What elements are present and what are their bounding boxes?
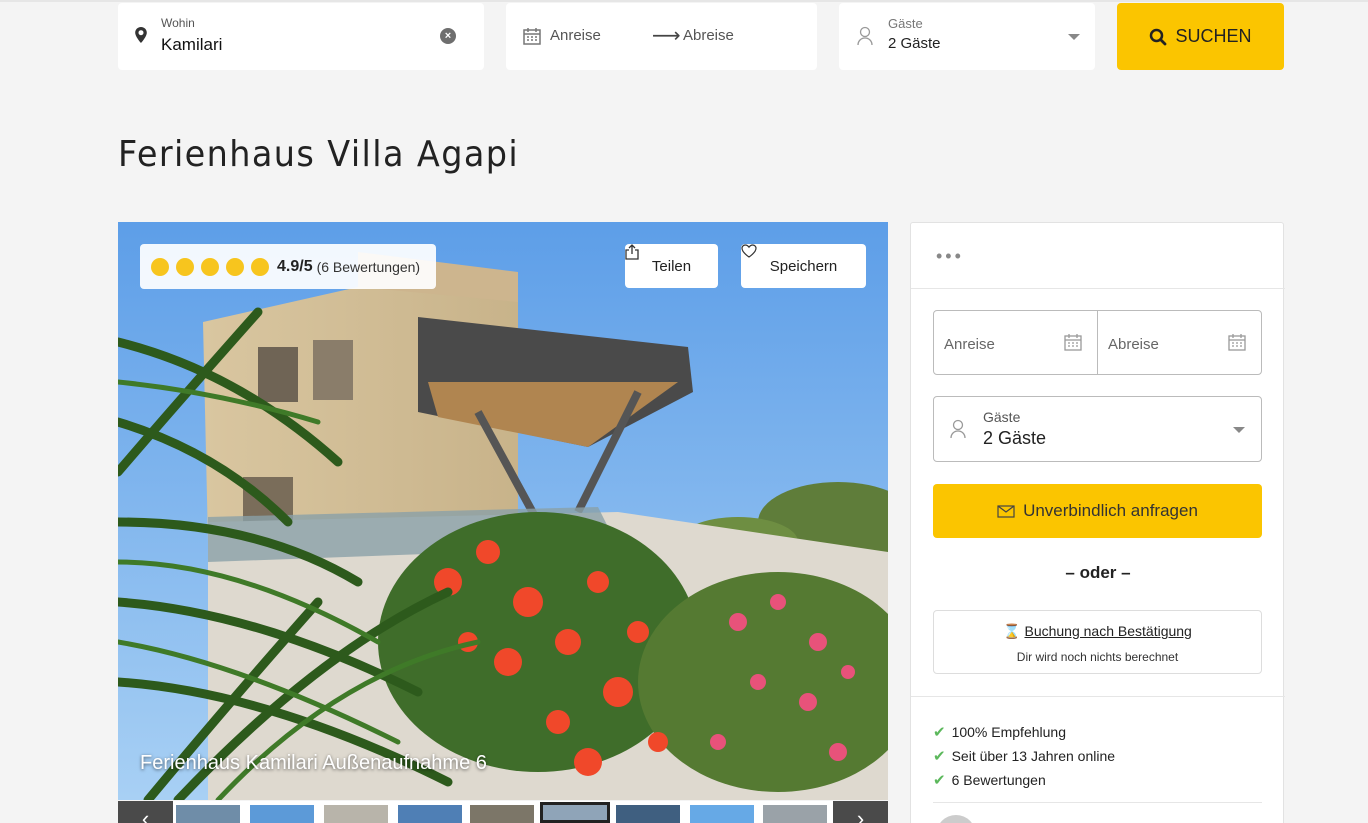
thumbnail[interactable] [398, 805, 462, 823]
more-menu-icon[interactable]: ••• [936, 247, 964, 265]
feature-text: 100% Empfehlung [951, 724, 1066, 740]
booking-guests-select[interactable]: Gäste 2 Gäste [933, 396, 1262, 462]
hourglass-icon: ⌛ [1003, 623, 1021, 639]
rating-star-icon [201, 257, 219, 276]
chevron-right-icon[interactable]: › [833, 801, 888, 823]
avatar [936, 815, 976, 823]
booking-confirmation-box[interactable]: ⌛ Buchung nach Bestätigung Dir wird noch… [933, 610, 1262, 674]
guests-label: Gäste [888, 16, 923, 31]
save-label: Speichern [769, 257, 838, 275]
chevron-down-icon [1233, 427, 1245, 433]
heart-icon [741, 244, 757, 258]
listing-photo[interactable]: 4.9/5 (6 Bewertungen) Teilen Speichern F… [118, 222, 888, 800]
thumbnail[interactable] [470, 805, 534, 823]
feature-text: Seit über 13 Jahren online [951, 748, 1116, 764]
departure-date-placeholder: Abreise [1108, 336, 1159, 353]
feature-item: ✔ 6 Bewertungen [933, 771, 1046, 789]
person-icon [857, 26, 873, 46]
feature-item: ✔ Seit über 13 Jahren online [933, 747, 1115, 765]
divider [911, 288, 1285, 289]
thumbnail-active[interactable] [540, 802, 610, 823]
date-range-field[interactable]: Anreise ⟶ Abreise [506, 3, 817, 70]
rating-badge[interactable]: 4.9/5 (6 Bewertungen) [140, 244, 436, 289]
calendar-icon [1228, 334, 1246, 351]
share-icon [625, 244, 639, 260]
chevron-left-icon[interactable]: ‹ [118, 801, 173, 823]
departure-input[interactable]: Abreise [683, 27, 734, 44]
divider [933, 802, 1262, 803]
guests-select[interactable]: Gäste 2 Gäste [839, 3, 1095, 70]
page-title: Ferienhaus Villa Agapi [118, 134, 520, 175]
thumbnail[interactable] [616, 805, 680, 823]
thumbnail[interactable] [324, 805, 388, 823]
inquiry-button-label: Unverbindlich anfragen [1023, 501, 1198, 520]
arrival-input[interactable]: Anreise [550, 27, 601, 44]
divider [911, 696, 1285, 697]
thumbnail[interactable] [250, 805, 314, 823]
envelope-icon [997, 504, 1015, 518]
rating-star-icon [251, 257, 269, 276]
booking-guests-label: Gäste [983, 409, 1021, 425]
feature-text: 6 Bewertungen [951, 772, 1046, 788]
thumbnail[interactable] [690, 805, 754, 823]
search-button[interactable]: SUCHEN [1117, 3, 1284, 70]
check-icon: ✔ [933, 724, 946, 741]
destination-value[interactable]: Kamilari [161, 35, 222, 55]
departure-date-field[interactable]: Abreise [1097, 310, 1262, 375]
rating-score: 4.9/5 [277, 257, 313, 275]
feature-item: ✔ 100% Empfehlung [933, 723, 1066, 741]
rating-star-icon [151, 257, 169, 276]
search-icon [1150, 28, 1167, 45]
location-pin-icon [135, 27, 147, 43]
person-icon [950, 419, 966, 439]
rating-count: (6 Bewertungen) [316, 258, 421, 275]
top-divider [0, 0, 1368, 2]
photo-caption: Ferienhaus Kamilari Außenaufnahme 6 [140, 752, 487, 774]
or-separator: – oder – [1065, 563, 1131, 582]
booking-confirmation-link[interactable]: Buchung nach Bestätigung [1024, 623, 1191, 639]
destination-field[interactable]: Wohin Kamilari × [118, 3, 484, 70]
arrival-date-placeholder: Anreise [944, 336, 995, 353]
destination-label: Wohin [161, 16, 195, 30]
villa-photo-image [118, 222, 888, 800]
save-button[interactable]: Speichern [741, 244, 866, 288]
clear-icon[interactable]: × [440, 28, 456, 44]
check-icon: ✔ [933, 748, 946, 765]
thumbnail-strip: ‹ › [118, 801, 888, 823]
calendar-icon [1064, 334, 1082, 351]
booking-confirmation-note: Dir wird noch nichts berechnet [1016, 650, 1179, 664]
share-button[interactable]: Teilen [625, 244, 718, 288]
thumbnail[interactable] [176, 805, 240, 823]
search-button-label: SUCHEN [1175, 26, 1252, 46]
check-icon: ✔ [933, 772, 946, 789]
booking-panel: ••• Anreise Abreise Gäste 2 Gäste Unverb… [910, 222, 1285, 823]
arrow-right-icon: ⟶ [652, 25, 681, 47]
thumbnail[interactable] [763, 805, 827, 823]
rating-star-icon [226, 257, 244, 276]
chevron-down-icon [1068, 34, 1080, 40]
inquiry-button[interactable]: Unverbindlich anfragen [933, 484, 1262, 538]
arrival-date-field[interactable]: Anreise [933, 310, 1098, 375]
share-label: Teilen [651, 257, 692, 275]
rating-star-icon [176, 257, 194, 276]
booking-guests-value: 2 Gäste [983, 428, 1047, 448]
guests-value: 2 Gäste [888, 35, 941, 52]
calendar-icon [523, 28, 541, 45]
